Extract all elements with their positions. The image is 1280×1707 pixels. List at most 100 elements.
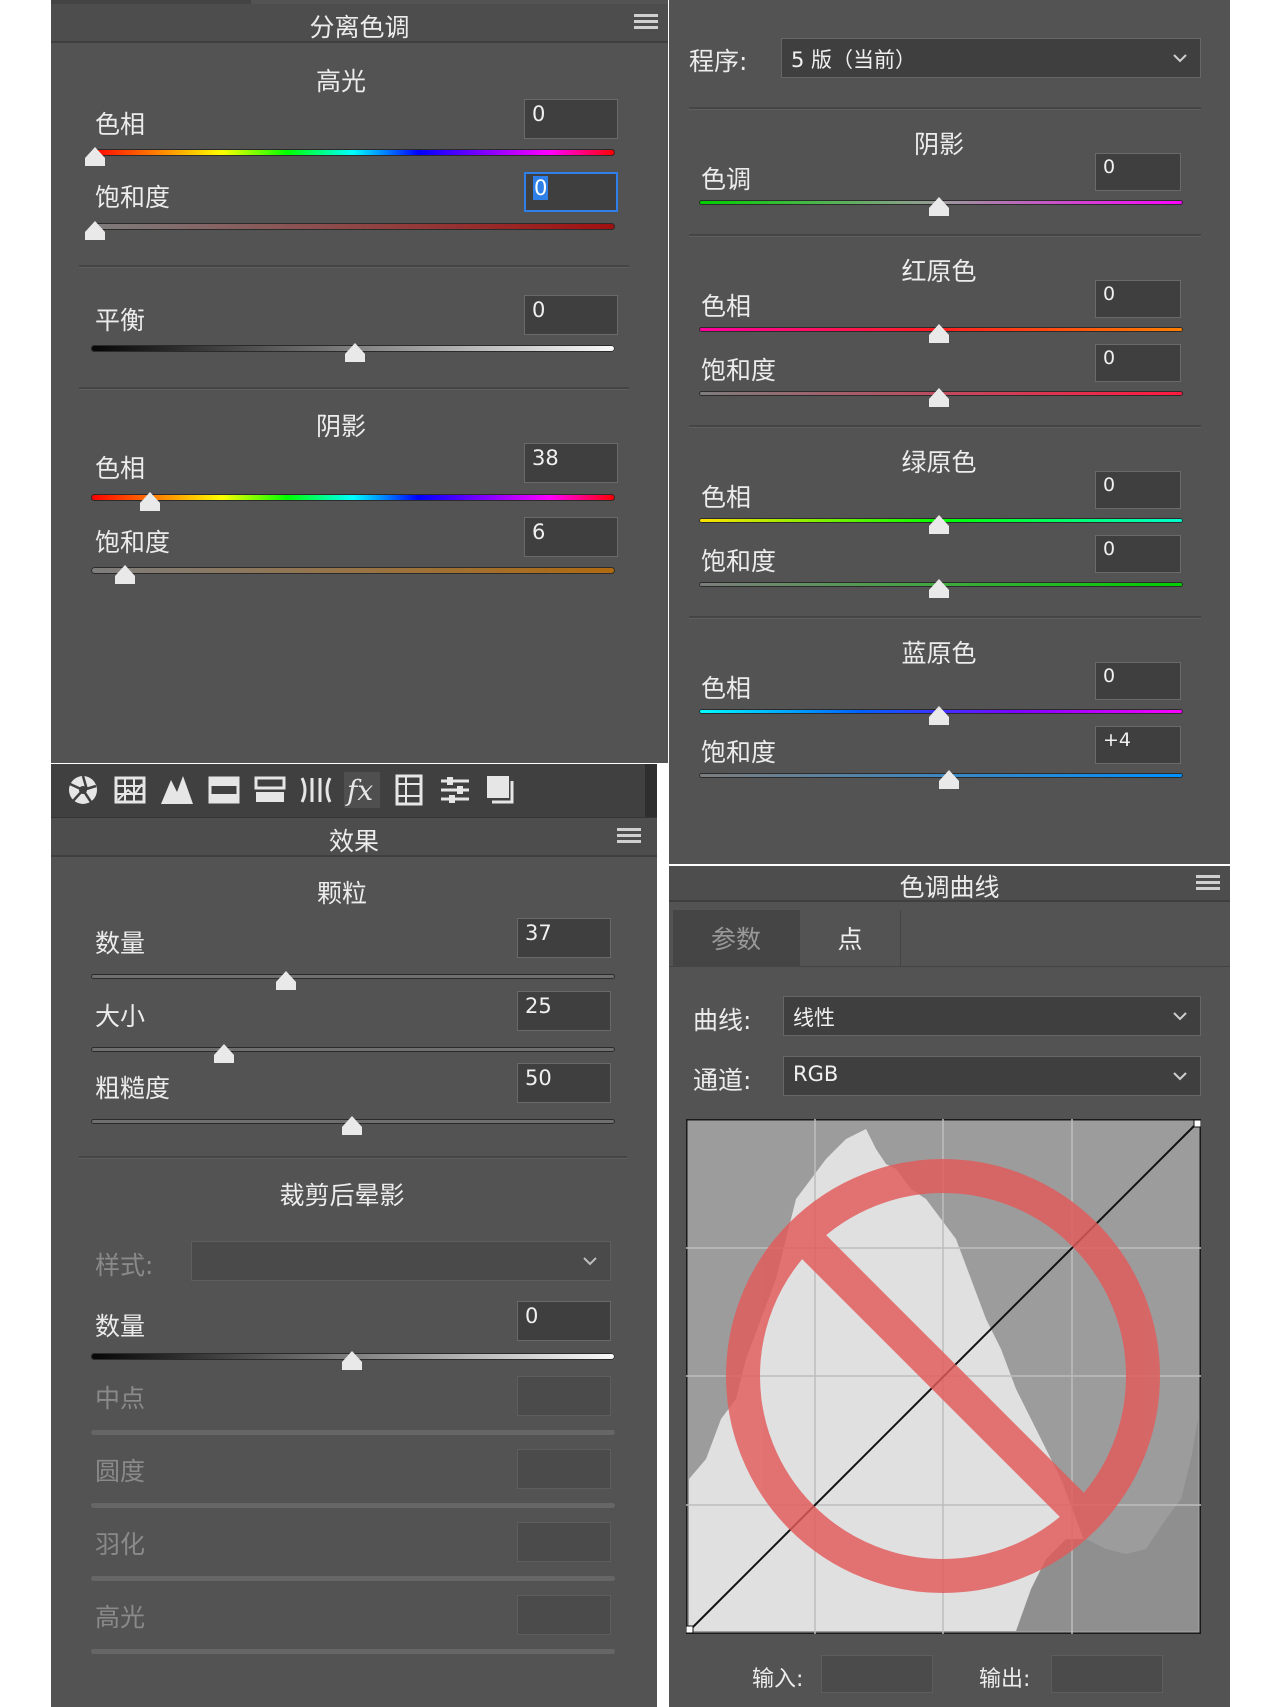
calibration-panel: 程序: 5 版（当前） 阴影 色调 0 红原色 色相 0 饱和度 0 绿原色 色… [669, 0, 1230, 864]
divider [79, 1156, 627, 1159]
red-saturation-label: 饱和度 [701, 356, 777, 385]
grain-size-input[interactable]: 25 [517, 991, 611, 1031]
vignette-style-dropdown[interactable] [191, 1241, 611, 1281]
grain-roughness-label: 粗糙度 [95, 1074, 171, 1103]
shadows-saturation-input[interactable]: 6 [524, 517, 618, 557]
balance-value: 0 [532, 298, 546, 322]
curve-point-white [1193, 1119, 1201, 1128]
vignette-amount-value: 0 [525, 1304, 539, 1328]
two-bars-icon[interactable] [252, 772, 288, 808]
svg-text:fx: fx [345, 774, 373, 807]
post-crop-vignette-heading: 裁剪后晕影 [279, 1181, 405, 1210]
tab-parametric[interactable]: 参数 [673, 910, 799, 966]
balance-input[interactable]: 0 [524, 295, 618, 335]
shadows-saturation-slider[interactable] [91, 567, 615, 574]
green-saturation-input[interactable]: 0 [1095, 535, 1181, 573]
panel-menu-icon[interactable] [1196, 875, 1220, 891]
curve-graph[interactable] [686, 1119, 1201, 1634]
cal-shadows-tint-label: 色调 [701, 165, 752, 194]
vignette-amount-label: 数量 [95, 1312, 146, 1341]
red-saturation-input[interactable]: 0 [1095, 344, 1181, 382]
highlights-saturation-slider[interactable] [91, 223, 615, 230]
panel-menu-icon[interactable] [634, 14, 658, 30]
vignette-feather-label: 羽化 [95, 1530, 146, 1559]
red-saturation-value: 0 [1103, 347, 1116, 369]
grain-roughness-value: 50 [525, 1066, 552, 1090]
vignette-amount-input[interactable]: 0 [517, 1301, 611, 1341]
shadows-hue-input[interactable]: 38 [524, 443, 618, 483]
channel-label: 通道: [693, 1066, 752, 1095]
blue-saturation-value: +4 [1103, 729, 1132, 751]
tone-curve-header: 色调曲线 [669, 866, 1230, 902]
channel-dropdown[interactable]: RGB [783, 1056, 1201, 1096]
cal-shadows-tint-value: 0 [1103, 156, 1116, 178]
highlights-hue-slider[interactable] [91, 149, 615, 156]
highlights-hue-label: 色相 [95, 110, 146, 139]
tone-curve-tabs: 参数 点 [669, 908, 1230, 967]
output-label: 输出: [979, 1667, 1031, 1692]
process-value: 5 版（当前） [791, 48, 917, 72]
divider [689, 425, 1201, 428]
curve-value: 线性 [793, 1006, 835, 1030]
highlights-saturation-label: 饱和度 [95, 183, 171, 212]
curve-dropdown[interactable]: 线性 [783, 996, 1201, 1036]
red-hue-input[interactable]: 0 [1095, 280, 1181, 318]
panel-menu-icon[interactable] [617, 828, 641, 844]
grain-size-label: 大小 [95, 1002, 146, 1031]
presets-icon[interactable] [483, 772, 519, 808]
red-hue-label: 色相 [701, 292, 752, 321]
highlights-saturation-input[interactable]: 0 [524, 172, 618, 212]
split-icon[interactable] [206, 772, 242, 808]
effects-header: 效果 [51, 818, 657, 857]
grain-amount-input[interactable]: 37 [517, 918, 611, 958]
green-hue-input[interactable]: 0 [1095, 471, 1181, 509]
blue-saturation-input[interactable]: +4 [1095, 726, 1181, 764]
balance-label: 平衡 [95, 306, 146, 335]
panel-toolbar: fx [51, 764, 657, 818]
green-hue-label: 色相 [701, 483, 752, 512]
divider [79, 387, 629, 390]
process-label: 程序: [689, 47, 748, 76]
lens-icon[interactable] [298, 772, 334, 808]
aperture-icon[interactable] [65, 772, 101, 808]
green-saturation-label: 饱和度 [701, 547, 777, 576]
vignette-highlights-label: 高光 [95, 1603, 146, 1632]
vignette-midpoint-slider [91, 1430, 615, 1435]
sliders-icon[interactable] [437, 772, 473, 808]
output-field[interactable] [1051, 1655, 1163, 1693]
grain-amount-value: 37 [525, 921, 552, 945]
fx-icon[interactable]: fx [344, 772, 380, 808]
mountain-icon[interactable] [159, 772, 195, 808]
highlights-hue-input[interactable]: 0 [524, 99, 618, 139]
toolbar-edge [645, 764, 657, 817]
shadows-hue-label: 色相 [95, 454, 146, 483]
process-dropdown[interactable]: 5 版（当前） [781, 38, 1201, 78]
chevron-down-icon [1173, 1012, 1187, 1021]
divider [79, 265, 629, 268]
input-field[interactable] [821, 1655, 933, 1693]
input-label: 输入: [752, 1667, 804, 1692]
vignette-midpoint-input [517, 1376, 611, 1416]
chevron-down-icon [583, 1257, 597, 1266]
highlights-saturation-value: 0 [533, 176, 549, 200]
grain-roughness-input[interactable]: 50 [517, 1063, 611, 1103]
vignette-roundness-label: 圆度 [95, 1457, 146, 1486]
tab-point[interactable]: 点 [799, 910, 901, 966]
split-toning-panel: 分离色调 高光 色相 0 饱和度 0 平衡 0 阴影 色相 38 饱和度 6 [51, 0, 668, 763]
grid-icon[interactable] [112, 772, 148, 808]
channel-value: RGB [793, 1062, 839, 1086]
divider [689, 107, 1201, 110]
grain-amount-slider[interactable] [91, 974, 615, 979]
vignette-highlights-slider [91, 1649, 615, 1654]
tone-curve-title: 色调曲线 [899, 873, 1000, 902]
vignette-feather-slider [91, 1576, 615, 1581]
film-icon[interactable] [391, 772, 427, 808]
curve-point-black [686, 1625, 694, 1634]
divider [689, 616, 1201, 619]
vignette-roundness-input [517, 1449, 611, 1489]
grain-size-slider[interactable] [91, 1047, 615, 1052]
blue-hue-input[interactable]: 0 [1095, 662, 1181, 700]
cal-shadows-tint-input[interactable]: 0 [1095, 153, 1181, 191]
blue-hue-value: 0 [1103, 665, 1116, 687]
shadows-hue-slider[interactable] [91, 494, 615, 501]
